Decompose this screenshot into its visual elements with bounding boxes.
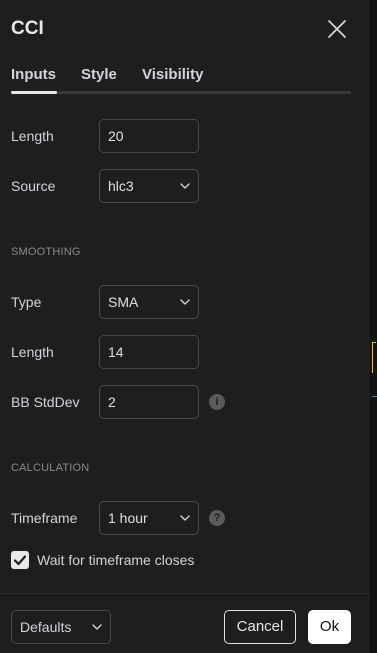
timeframe-value: 1 hour — [108, 510, 148, 526]
footer-divider — [0, 593, 370, 594]
tab-track — [11, 91, 351, 94]
bb-stddev-value: 2 — [108, 394, 116, 410]
tab-inputs[interactable]: Inputs — [11, 66, 56, 83]
smoothing-type-value: SMA — [108, 294, 139, 310]
cancel-button[interactable]: Cancel — [224, 610, 296, 644]
smoothing-section-header: SMOOTHING — [11, 246, 81, 258]
calculation-section-header: CALCULATION — [11, 462, 90, 474]
active-tab-indicator — [11, 91, 57, 94]
source-value: hlc3 — [108, 178, 134, 194]
defaults-label: Defaults — [20, 619, 72, 635]
smoothing-length-label: Length — [11, 344, 54, 360]
chart-mark — [372, 396, 377, 425]
chevron-down-icon — [180, 183, 190, 189]
tab-bar: Inputs Style Visibility — [11, 66, 351, 96]
length-input[interactable]: 20 — [99, 119, 199, 153]
chevron-down-icon — [180, 515, 190, 521]
info-icon[interactable]: i — [209, 394, 225, 410]
defaults-dropdown[interactable]: Defaults — [11, 610, 111, 644]
source-select[interactable]: hlc3 — [99, 169, 199, 203]
close-icon[interactable] — [325, 17, 349, 41]
length-label: Length — [11, 128, 54, 144]
smoothing-length-value: 14 — [108, 344, 124, 360]
chart-mark — [372, 342, 376, 373]
bb-stddev-input[interactable]: 2 — [99, 385, 199, 419]
timeframe-select[interactable]: 1 hour — [99, 501, 199, 535]
smoothing-type-label: Type — [11, 294, 42, 310]
length-value: 20 — [108, 128, 124, 144]
bb-stddev-label: BB StdDev — [11, 394, 80, 410]
tab-style[interactable]: Style — [81, 66, 117, 83]
wait-closes-label[interactable]: Wait for timeframe closes — [37, 552, 194, 568]
chevron-down-icon — [92, 624, 102, 630]
chart-background-strip — [370, 0, 377, 653]
wait-closes-checkbox[interactable] — [11, 551, 29, 569]
timeframe-label: Timeframe — [11, 510, 78, 526]
smoothing-type-select[interactable]: SMA — [99, 285, 199, 319]
dialog-title: CCI — [11, 18, 44, 39]
ok-button[interactable]: Ok — [308, 610, 351, 644]
checkmark-icon — [13, 555, 27, 566]
help-icon[interactable]: ? — [209, 510, 225, 526]
source-label: Source — [11, 178, 56, 194]
indicator-settings-dialog: CCI Inputs Style Visibility Length 20 So… — [0, 0, 370, 653]
tab-visibility[interactable]: Visibility — [142, 66, 203, 83]
smoothing-length-input[interactable]: 14 — [99, 335, 199, 369]
chevron-down-icon — [180, 299, 190, 305]
